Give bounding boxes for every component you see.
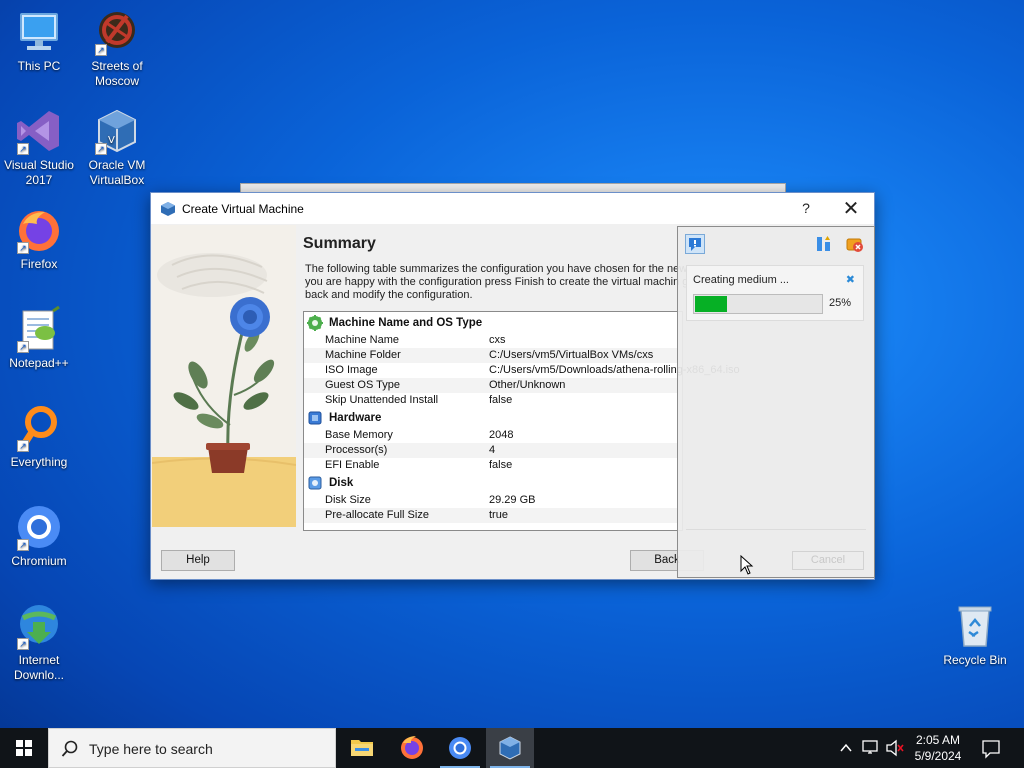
shortcut-arrow-icon: ↗	[17, 143, 29, 155]
machine-gear-icon	[307, 315, 323, 331]
show-hidden-icons-chevron-up-icon[interactable]	[836, 728, 856, 768]
clock-time: 2:05 AM	[915, 733, 961, 747]
summary-heading: Summary	[303, 235, 376, 252]
desktop-icon-chromium[interactable]: ↗ Chromium	[0, 503, 78, 569]
taskbar: Type here to search 2:05 AM 5/9/2024	[0, 728, 1024, 768]
firefox-icon: ↗	[15, 206, 63, 254]
clock-date: 5/9/2024	[914, 749, 962, 763]
progress-fill	[695, 296, 727, 312]
taskbar-firefox[interactable]	[388, 728, 436, 768]
help-title-button[interactable]: ?	[796, 200, 816, 216]
chip-icon	[307, 410, 322, 425]
shortcut-arrow-icon: ↗	[17, 242, 29, 254]
dialog-titlebar[interactable]: Create Virtual Machine ? ✕	[151, 193, 874, 224]
desktop-icon-virtualbox[interactable]: V ↗ Oracle VM VirtualBox	[78, 107, 156, 188]
progress-toolbar	[678, 227, 874, 259]
shortcut-arrow-icon: ↗	[95, 143, 107, 155]
virtualbox-icon: V ↗	[93, 107, 141, 155]
desktop-icon-this-pc[interactable]: This PC	[0, 8, 78, 74]
pc-icon	[15, 8, 63, 56]
section-hardware: Hardware	[304, 408, 682, 428]
table-row: Machine Folder C:/Users/vm5/VirtualBox VM…	[304, 348, 682, 363]
desktop-icon-internet-download-manager[interactable]: ↗ Internet Downlo...	[0, 602, 78, 683]
table-row: Processor(s) 4	[304, 443, 682, 458]
table-row: Pre-allocate Full Size true	[304, 508, 682, 523]
desktop: This PC ↗ Streets of Moscow ↗ Visual Stu…	[0, 0, 1024, 728]
summary-description: The following table summarizes the confi…	[305, 263, 695, 301]
desktop-icon-firefox[interactable]: ↗ Firefox	[0, 206, 78, 272]
clear-notifications-icon[interactable]	[844, 234, 864, 254]
cancel-button[interactable]: Cancel	[792, 551, 864, 570]
table-row: Disk Size 29.29 GB	[325, 494, 536, 506]
network-icon[interactable]	[860, 728, 882, 768]
virtualbox-icon	[160, 201, 176, 217]
desktop-icon-everything[interactable]: ↗ Everything	[0, 404, 78, 470]
progress-task-label: Creating medium ...	[693, 274, 789, 286]
chromium-icon: ↗	[15, 503, 63, 551]
shortcut-arrow-icon: ↗	[95, 44, 107, 56]
disk-icon	[307, 475, 322, 490]
search-placeholder: Type here to search	[89, 741, 213, 757]
taskbar-search[interactable]: Type here to search	[48, 728, 336, 768]
start-button[interactable]	[0, 728, 48, 768]
wizard-illustration	[152, 225, 296, 527]
notification-icon[interactable]	[685, 234, 705, 254]
progress-item: Creating medium ... ✖ 25%	[686, 265, 864, 321]
search-icon	[61, 740, 79, 758]
help-button[interactable]: Help	[161, 550, 235, 571]
taskbar-virtualbox[interactable]	[486, 728, 534, 768]
close-icon[interactable]: ✖	[846, 273, 855, 286]
mouse-cursor-icon	[740, 554, 754, 575]
table-row: Base Memory 2048	[325, 429, 514, 441]
idm-icon: ↗	[15, 602, 63, 650]
shortcut-arrow-icon: ↗	[17, 341, 29, 353]
dialog-title: Create Virtual Machine	[182, 201, 304, 216]
desktop-icon-notepadpp[interactable]: ↗ Notepad++	[0, 305, 78, 371]
progress-percent: 25%	[829, 297, 852, 309]
desktop-icon-recycle-bin[interactable]: Recycle Bin	[936, 602, 1014, 668]
taskbar-file-explorer[interactable]	[338, 728, 386, 768]
notepadpp-icon: ↗	[15, 305, 63, 353]
desktop-icon-visual-studio[interactable]: ↗ Visual Studio 2017	[0, 107, 78, 188]
summary-table[interactable]: Machine Name and OS Type Machine Name cxs…	[303, 311, 740, 531]
svg-text:V: V	[108, 135, 115, 146]
system-clock[interactable]: 2:05 AM 5/9/2024	[898, 732, 978, 764]
shortcut-arrow-icon: ↗	[17, 638, 29, 650]
sort-icon[interactable]	[814, 234, 834, 254]
close-button[interactable]: ✕	[838, 196, 864, 221]
desktop-icon-streets-of-moscow[interactable]: ↗ Streets of Moscow	[78, 8, 156, 89]
progress-panel: Creating medium ... ✖ 25% Cancel	[677, 226, 875, 578]
table-row: Guest OS Type Other/Unknown	[304, 378, 682, 393]
recycle-bin-icon	[951, 602, 999, 650]
visual-studio-icon: ↗	[15, 107, 63, 155]
table-row: ISO Image C:/Users/vm5/Downloads/athena-r…	[325, 364, 740, 376]
panel-divider	[686, 529, 866, 530]
table-row: Machine Name cxs	[325, 334, 506, 346]
everything-icon: ↗	[15, 404, 63, 452]
shortcut-arrow-icon: ↗	[17, 440, 29, 452]
section-machine-name-os: Machine Name and OS Type	[304, 313, 682, 333]
game-icon: ↗	[93, 8, 141, 56]
table-row: Skip Unattended Install false	[325, 394, 513, 406]
shortcut-arrow-icon: ↗	[17, 539, 29, 551]
notification-center-icon[interactable]	[978, 728, 1004, 768]
taskbar-chromium[interactable]	[436, 728, 484, 768]
table-row: EFI Enable false	[325, 459, 513, 471]
progress-bar	[693, 294, 823, 314]
section-disk: Disk	[304, 473, 682, 493]
